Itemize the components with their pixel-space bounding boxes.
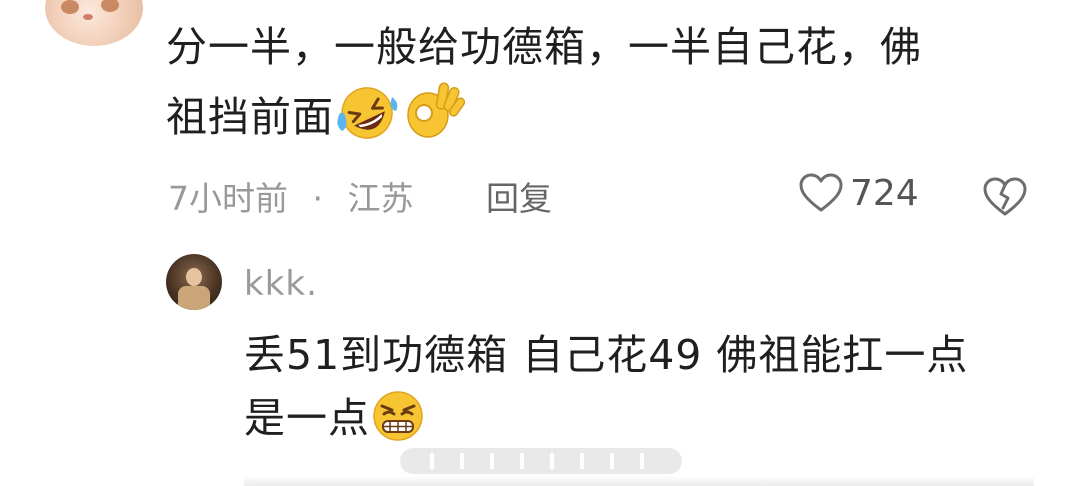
watermark — [400, 448, 682, 474]
reply-text-line1: 丢51到功德箱 自己花49 佛祖能扛一点 — [244, 331, 969, 379]
comment-text-line1: 分一半，一般给功德箱，一半自己花，佛 — [166, 23, 922, 71]
comment-text-line2-wrap: 祖挡前面 — [166, 79, 1046, 159]
meta-separator: · — [312, 179, 324, 218]
broken-heart-icon — [982, 177, 1028, 222]
like-count: 724 — [850, 172, 919, 214]
reply-avatar[interactable] — [166, 254, 222, 310]
commenter-avatar[interactable] — [45, 0, 143, 46]
heart-icon — [798, 172, 844, 214]
reply-button[interactable]: 回复 — [486, 172, 552, 220]
comment-location: 江苏 — [347, 179, 414, 218]
rolling-laughing-emoji — [334, 85, 400, 159]
like-button[interactable]: 724 — [798, 172, 919, 214]
comment-time: 7小时前 — [168, 179, 288, 218]
ok-hand-emoji — [400, 79, 466, 159]
dislike-button[interactable] — [982, 176, 1028, 218]
reply-username[interactable]: kkk. — [244, 264, 318, 304]
comment-text: 分一半，一般给功德箱，一半自己花，佛 祖挡前面 — [166, 16, 1046, 159]
reply-text: 丢51到功德箱 自己花49 佛祖能扛一点 是一点 — [244, 324, 1044, 460]
comment-meta: 7小时前 · 江苏 — [168, 172, 414, 220]
comment-text-line2: 祖挡前面 — [166, 93, 334, 141]
reply-text-line2: 是一点 — [244, 394, 370, 442]
